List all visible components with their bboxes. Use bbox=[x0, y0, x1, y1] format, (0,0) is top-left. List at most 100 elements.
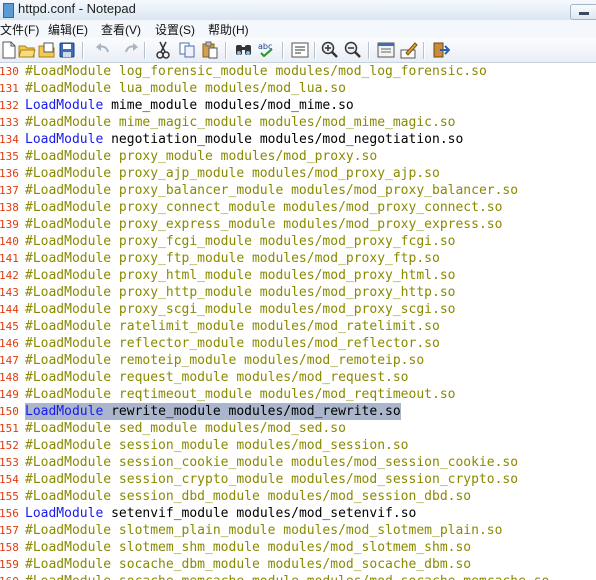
comment-text: #LoadModule slotmem_plain_module modules… bbox=[25, 523, 503, 538]
minimize-button[interactable] bbox=[570, 4, 596, 20]
editor-line[interactable]: 138 #LoadModule proxy_connect_module modu… bbox=[0, 199, 596, 216]
keyword-text: LoadModule bbox=[25, 98, 104, 113]
menu-edit[interactable]: 编辑(E) bbox=[48, 21, 88, 38]
line-number: 143 bbox=[0, 286, 19, 299]
line-text: #LoadModule proxy_express_module modules… bbox=[25, 216, 502, 233]
editor-line[interactable]: 144 #LoadModule proxy_scgi_module modules… bbox=[0, 301, 596, 318]
editor-line[interactable]: 154 #LoadModule session_crypto_module mod… bbox=[0, 471, 596, 488]
comment-text: #LoadModule sed_module modules/mod_sed.s… bbox=[25, 421, 346, 436]
exit-icon[interactable] bbox=[432, 41, 450, 59]
window-title: httpd.conf - Notepad bbox=[18, 1, 136, 16]
editor-line[interactable]: 140 #LoadModule proxy_fcgi_module modules… bbox=[0, 233, 596, 250]
zoom-in-icon[interactable] bbox=[321, 41, 339, 59]
line-number: 131 bbox=[0, 82, 19, 95]
comment-text: #LoadModule proxy_html_module modules/mo… bbox=[25, 268, 456, 283]
editor-line[interactable]: 155 #LoadModule session_dbd_module module… bbox=[0, 488, 596, 505]
comment-text: #LoadModule proxy_ftp_module modules/mod… bbox=[25, 251, 440, 266]
line-text: #LoadModule remoteip_module modules/mod_… bbox=[25, 352, 424, 369]
line-text: #LoadModule reqtimeout_module modules/mo… bbox=[25, 386, 455, 403]
editor-line[interactable]: 136 #LoadModule proxy_ajp_module modules/… bbox=[0, 165, 596, 182]
cut-icon[interactable] bbox=[154, 41, 172, 59]
keyword-text: LoadModule bbox=[25, 132, 104, 147]
title-bar: httpd.conf - Notepad bbox=[0, 0, 596, 20]
menu-help[interactable]: 帮助(H) bbox=[208, 21, 249, 38]
line-text: #LoadModule proxy_http_module modules/mo… bbox=[25, 284, 455, 301]
editor-line[interactable]: 131 #LoadModule lua_module modules/mod_lu… bbox=[0, 80, 596, 97]
editor-line[interactable]: 156 LoadModule setenvif_module modules/mo… bbox=[0, 505, 596, 522]
line-number: 130 bbox=[0, 65, 19, 78]
editor-line[interactable]: 132 LoadModule mime_module modules/mod_mi… bbox=[0, 97, 596, 114]
editor-line[interactable]: 159 #LoadModule socache_dbm_module module… bbox=[0, 556, 596, 573]
comment-text: #LoadModule session_dbd_module modules/m… bbox=[25, 489, 472, 504]
menu-settings[interactable]: 设置(S) bbox=[155, 21, 195, 38]
line-number: 141 bbox=[0, 252, 19, 265]
editor-line[interactable]: 150 LoadModule rewrite_module modules/mod… bbox=[0, 403, 596, 420]
editor-line[interactable]: 149 #LoadModule reqtimeout_module modules… bbox=[0, 386, 596, 403]
editor-line[interactable]: 148 #LoadModule request_module modules/mo… bbox=[0, 369, 596, 386]
undo-icon[interactable] bbox=[94, 41, 112, 59]
editor-line[interactable]: 151 #LoadModule sed_module modules/mod_se… bbox=[0, 420, 596, 437]
line-text: #LoadModule mime_magic_module modules/mo… bbox=[25, 114, 455, 131]
editor-line[interactable]: 137 #LoadModule proxy_balancer_module mod… bbox=[0, 182, 596, 199]
editor-line[interactable]: 145 #LoadModule ratelimit_module modules/… bbox=[0, 318, 596, 335]
preferences-icon[interactable] bbox=[377, 41, 395, 59]
editor-line[interactable]: 130 #LoadModule log_forensic_module modul… bbox=[0, 63, 596, 80]
line-text: LoadModule mime_module modules/mod_mime.… bbox=[25, 97, 354, 114]
editor-line[interactable]: 152 #LoadModule session_module modules/mo… bbox=[0, 437, 596, 454]
line-text: #LoadModule reflector_module modules/mod… bbox=[25, 335, 440, 352]
comment-text: #LoadModule proxy_balancer_module module… bbox=[25, 183, 519, 198]
editor-line[interactable]: 139 #LoadModule proxy_express_module modu… bbox=[0, 216, 596, 233]
line-text: #LoadModule slotmem_plain_module modules… bbox=[25, 522, 502, 539]
line-number: 154 bbox=[0, 473, 19, 486]
copy-icon[interactable] bbox=[178, 41, 196, 59]
selected-line-text: LoadModule rewrite_module modules/mod_re… bbox=[25, 403, 401, 420]
line-text: #LoadModule proxy_html_module modules/mo… bbox=[25, 267, 455, 284]
save-icon[interactable] bbox=[58, 41, 76, 59]
redo-icon[interactable] bbox=[122, 41, 140, 59]
editor-line[interactable]: 135 #LoadModule proxy_module modules/mod_… bbox=[0, 148, 596, 165]
zoom-out-icon[interactable] bbox=[344, 41, 362, 59]
comment-text: #LoadModule ratelimit_module modules/mod… bbox=[25, 319, 440, 334]
edit-icon[interactable] bbox=[400, 41, 418, 59]
editor-line[interactable]: 157 #LoadModule slotmem_plain_module modu… bbox=[0, 522, 596, 539]
line-text: #LoadModule proxy_fcgi_module modules/mo… bbox=[25, 233, 455, 250]
menu-file[interactable]: 文件(F) bbox=[0, 21, 39, 38]
editor-line[interactable]: 143 #LoadModule proxy_http_module modules… bbox=[0, 284, 596, 301]
editor-line[interactable]: 153 #LoadModule session_cookie_module mod… bbox=[0, 454, 596, 471]
editor-line[interactable]: 160#LoadModule socache_memcache_module m… bbox=[0, 573, 596, 580]
word-wrap-icon[interactable] bbox=[291, 41, 309, 59]
editor-line[interactable]: 141 #LoadModule proxy_ftp_module modules/… bbox=[0, 250, 596, 267]
menu-view[interactable]: 查看(V) bbox=[101, 21, 141, 38]
line-text: #LoadModule session_crypto_module module… bbox=[25, 471, 518, 488]
comment-text: #LoadModule socache_memcache_module modu… bbox=[25, 574, 549, 580]
directive-text: mime_module modules/mod_mime.so bbox=[103, 98, 354, 113]
directive-text: setenvif_module modules/mod_setenvif.so bbox=[103, 506, 417, 521]
editor-line[interactable]: 146 #LoadModule reflector_module modules/… bbox=[0, 335, 596, 352]
find-icon[interactable] bbox=[235, 41, 253, 59]
line-number: 145 bbox=[0, 320, 19, 333]
line-text: #LoadModule slotmem_shm_module modules/m… bbox=[25, 539, 471, 556]
comment-text: #LoadModule proxy_http_module modules/mo… bbox=[25, 285, 456, 300]
line-number: 157 bbox=[0, 524, 19, 537]
text-editor[interactable]: 130 #LoadModule log_forensic_module modul… bbox=[0, 63, 596, 580]
line-text: #LoadModule proxy_scgi_module modules/mo… bbox=[25, 301, 455, 318]
comment-text: #LoadModule reqtimeout_module modules/mo… bbox=[25, 387, 456, 402]
comment-text: #LoadModule reflector_module modules/mod… bbox=[25, 336, 440, 351]
line-number: 142 bbox=[0, 269, 19, 282]
line-text: #LoadModule log_forensic_module modules/… bbox=[25, 63, 487, 80]
line-text: LoadModule setenvif_module modules/mod_s… bbox=[25, 505, 416, 522]
comment-text: #LoadModule lua_module modules/mod_lua.s… bbox=[25, 81, 346, 96]
editor-line[interactable]: 158 #LoadModule slotmem_shm_module module… bbox=[0, 539, 596, 556]
new-file-icon[interactable] bbox=[0, 41, 18, 59]
spell-check-icon[interactable]: abc bbox=[258, 41, 276, 59]
line-number: 149 bbox=[0, 388, 19, 401]
editor-line[interactable]: 142 #LoadModule proxy_html_module modules… bbox=[0, 267, 596, 284]
editor-line[interactable]: 134 LoadModule negotiation_module modules… bbox=[0, 131, 596, 148]
paste-icon[interactable] bbox=[201, 41, 219, 59]
editor-line[interactable]: 133 #LoadModule mime_magic_module modules… bbox=[0, 114, 596, 131]
line-number: 133 bbox=[0, 116, 19, 129]
open-folder-icon[interactable] bbox=[18, 41, 36, 59]
keyword-text: LoadModule bbox=[25, 404, 104, 419]
editor-line[interactable]: 147 #LoadModule remoteip_module modules/m… bbox=[0, 352, 596, 369]
open-file-icon[interactable] bbox=[38, 41, 56, 59]
